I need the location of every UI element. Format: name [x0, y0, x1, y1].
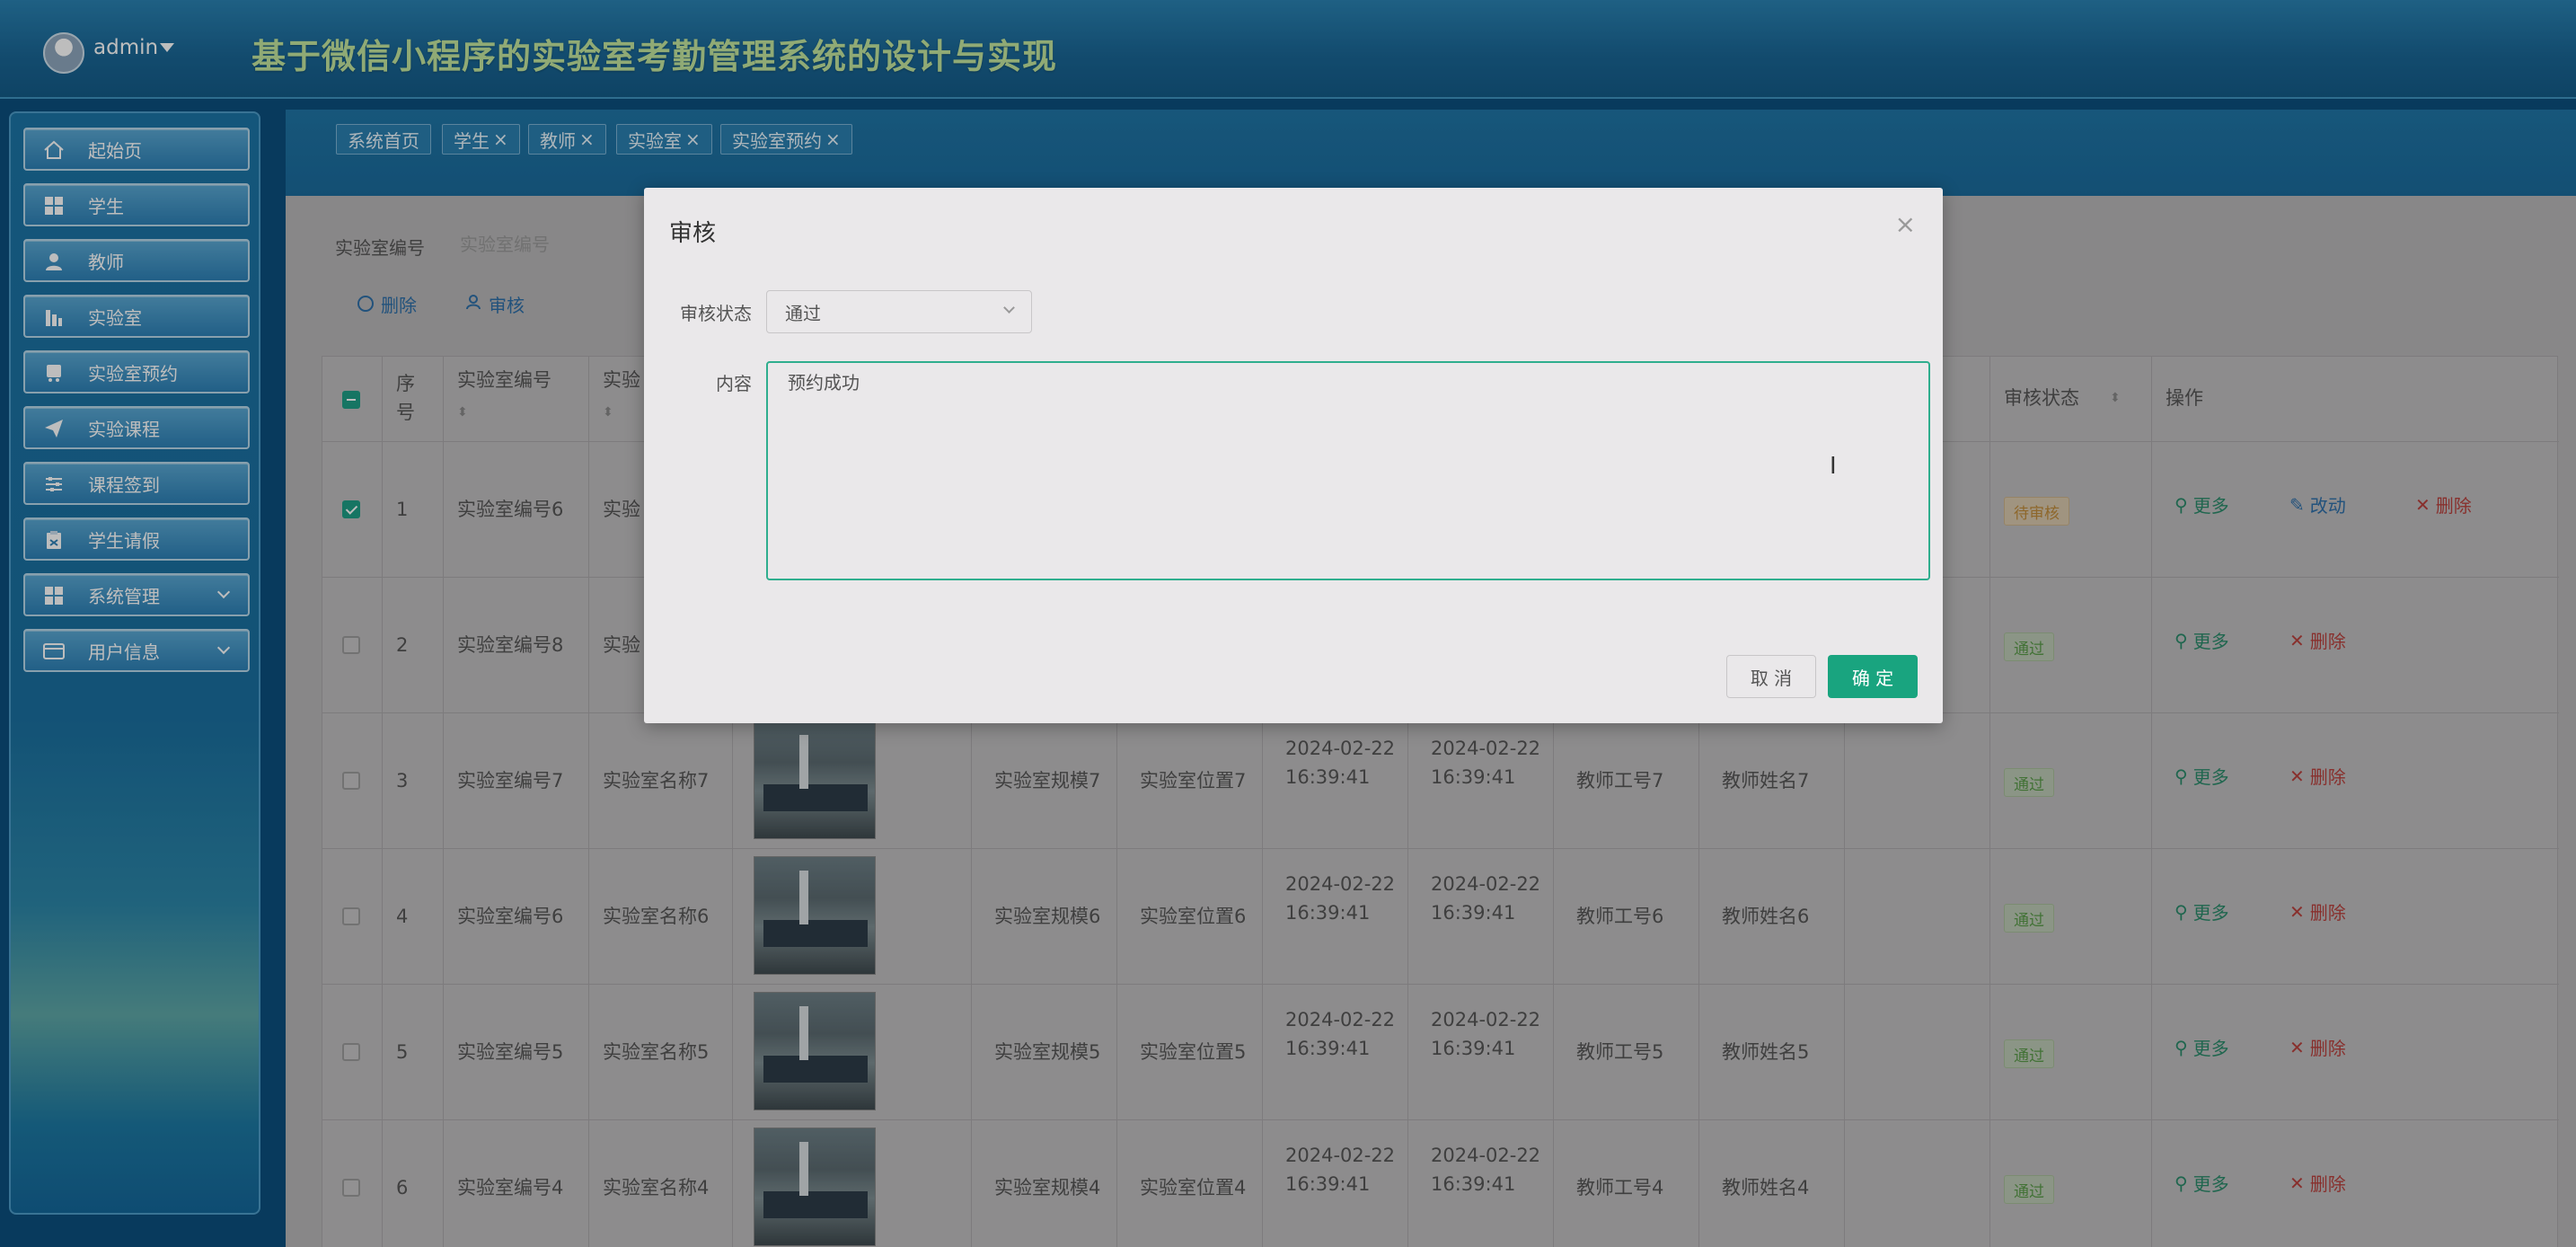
status-select[interactable]: 通过 — [766, 290, 1032, 333]
status-select-value: 通过 — [785, 302, 821, 324]
status-field-label: 审核状态 — [680, 303, 752, 324]
text-cursor-icon: I — [1830, 453, 1837, 480]
cancel-button[interactable]: 取 消 — [1726, 655, 1816, 698]
chevron-down-icon — [1003, 302, 1015, 314]
content-textarea[interactable]: 预约成功 — [766, 361, 1930, 580]
close-icon[interactable]: × — [1895, 209, 1916, 239]
content-field-label: 内容 — [716, 373, 752, 394]
review-dialog: 审核 × 审核状态 通过 内容 预约成功 I 取 消 确 定 — [644, 188, 1943, 723]
confirm-button[interactable]: 确 定 — [1828, 655, 1918, 698]
dialog-title: 审核 — [669, 220, 717, 247]
